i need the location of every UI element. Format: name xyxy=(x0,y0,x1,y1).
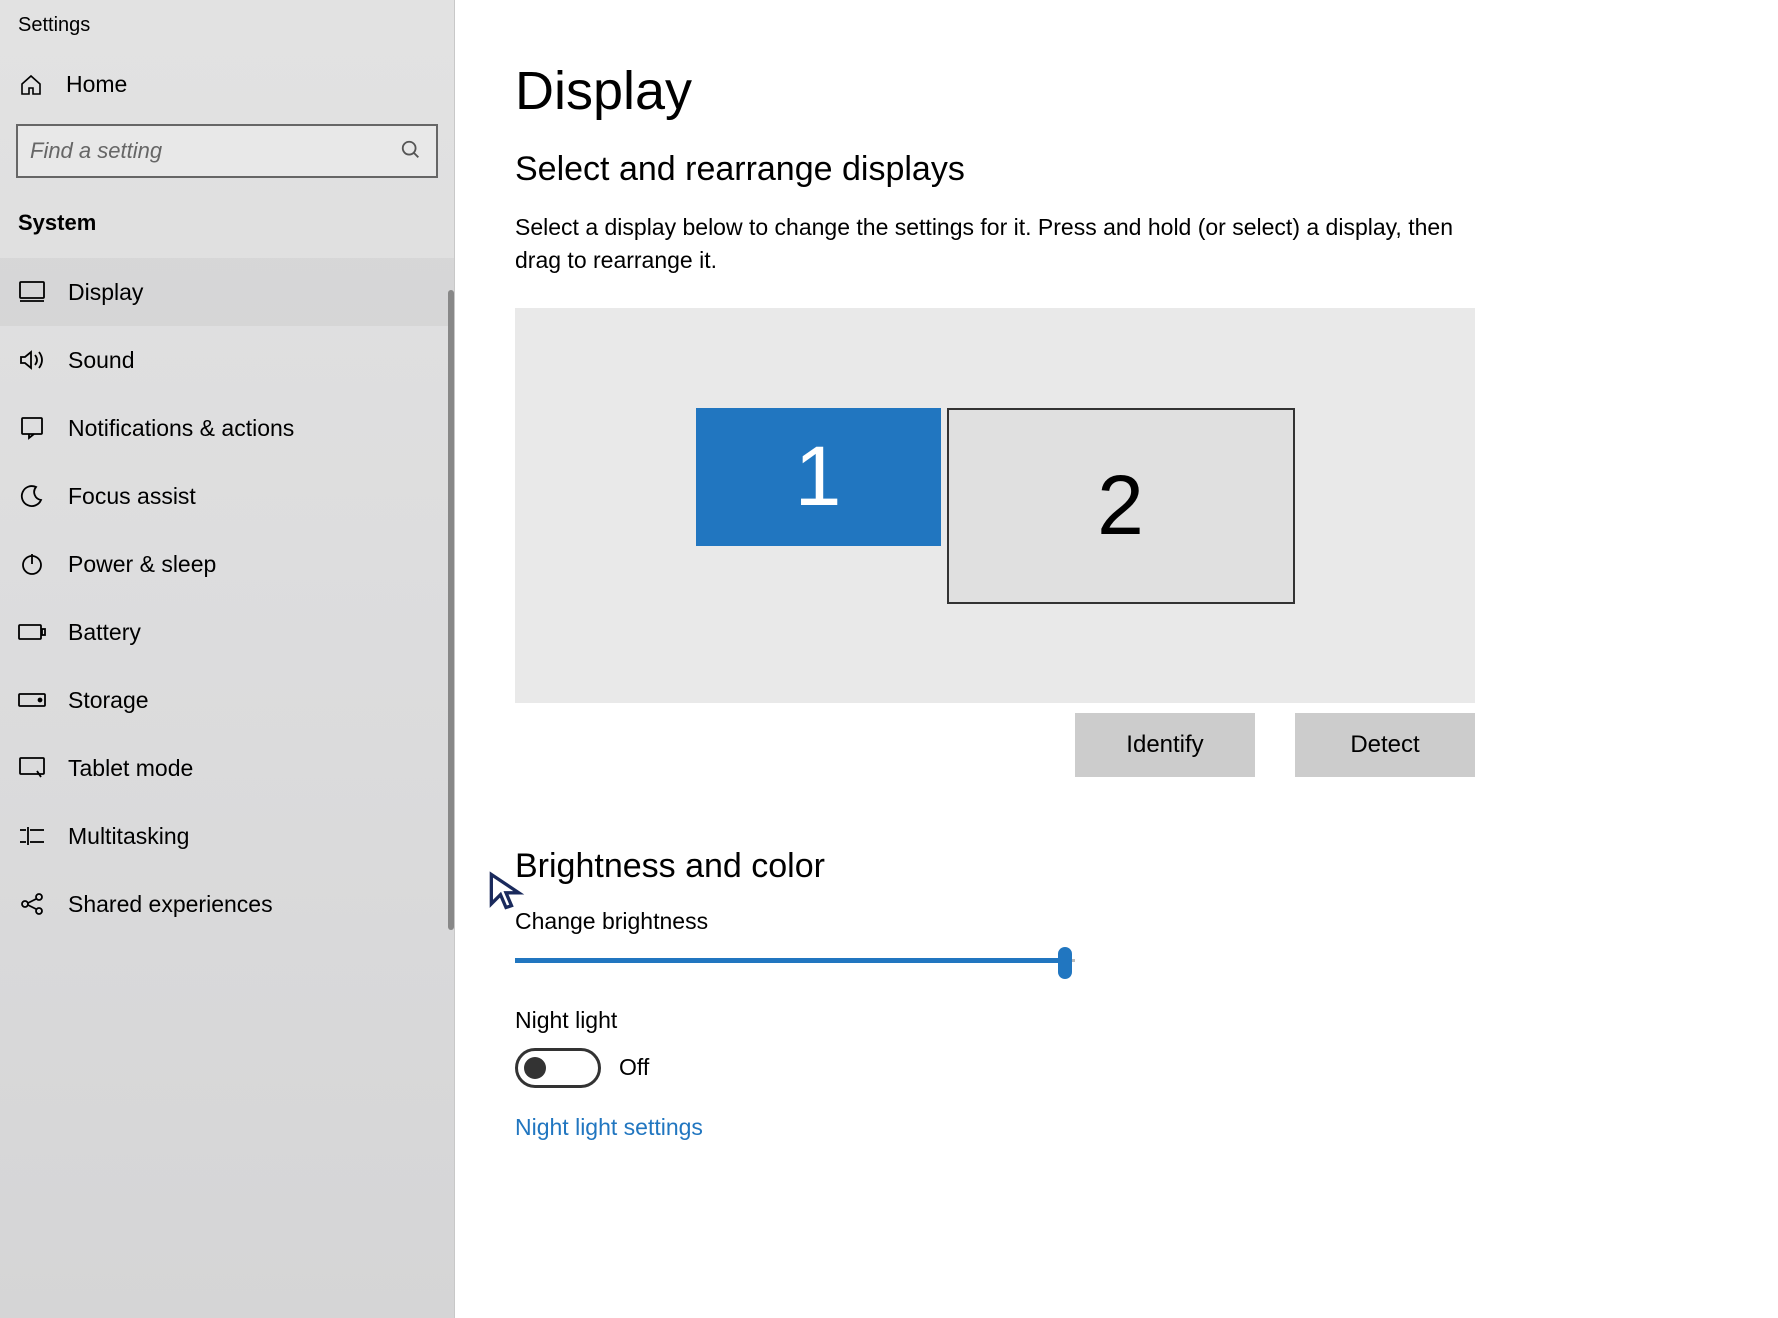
sidebar-item-storage[interactable]: Storage xyxy=(0,666,454,734)
page-title: Display xyxy=(515,60,1738,122)
arrange-heading: Select and rearrange displays xyxy=(515,150,1738,189)
multitask-icon xyxy=(18,822,46,850)
sidebar-item-sound[interactable]: Sound xyxy=(0,326,454,394)
sidebar-home[interactable]: Home xyxy=(0,57,454,112)
tablet-icon xyxy=(18,754,46,782)
search-icon xyxy=(400,139,424,163)
detect-button[interactable]: Detect xyxy=(1295,713,1475,777)
sidebar-item-label: Notifications & actions xyxy=(68,415,294,442)
search-input[interactable] xyxy=(30,138,400,164)
sidebar-item-shared[interactable]: Shared experiences xyxy=(0,870,454,938)
share-icon xyxy=(18,890,46,918)
night-light-toggle-row: Off xyxy=(515,1048,1738,1088)
sidebar-home-label: Home xyxy=(66,71,127,98)
power-icon xyxy=(18,550,46,578)
sidebar-item-power[interactable]: Power & sleep xyxy=(0,530,454,598)
brightness-slider[interactable] xyxy=(515,949,1075,973)
battery-icon xyxy=(18,618,46,646)
monitor-icon xyxy=(18,278,46,306)
sidebar-item-label: Display xyxy=(68,279,143,306)
sidebar-nav: Display Sound Notifications & actions xyxy=(0,258,454,938)
search-box[interactable] xyxy=(16,124,438,178)
sidebar-item-label: Multitasking xyxy=(68,823,189,850)
night-light-settings-link[interactable]: Night light settings xyxy=(515,1114,1738,1141)
sidebar-item-display[interactable]: Display xyxy=(0,258,454,326)
sidebar-item-tablet[interactable]: Tablet mode xyxy=(0,734,454,802)
notification-box-icon xyxy=(18,414,46,442)
sidebar-scrollbar[interactable] xyxy=(448,290,454,930)
main-content: Display Select and rearrange displays Se… xyxy=(455,0,1778,1318)
night-light-label: Night light xyxy=(515,1007,1738,1034)
speaker-icon xyxy=(18,346,46,374)
sidebar-item-multitasking[interactable]: Multitasking xyxy=(0,802,454,870)
sidebar-item-battery[interactable]: Battery xyxy=(0,598,454,666)
brightness-heading: Brightness and color xyxy=(515,847,1738,886)
sidebar-item-label: Shared experiences xyxy=(68,891,273,918)
sidebar-item-label: Battery xyxy=(68,619,141,646)
night-light-toggle[interactable] xyxy=(515,1048,601,1088)
drive-icon xyxy=(18,686,46,714)
sidebar-item-label: Power & sleep xyxy=(68,551,216,578)
slider-thumb[interactable] xyxy=(1058,947,1072,979)
sidebar-item-label: Storage xyxy=(68,687,149,714)
toggle-knob xyxy=(524,1057,546,1079)
app-title: Settings xyxy=(0,0,454,57)
moon-icon xyxy=(18,482,46,510)
sidebar-item-label: Sound xyxy=(68,347,135,374)
monitor-2[interactable]: 2 xyxy=(947,408,1295,604)
search-wrap xyxy=(0,112,454,196)
arrange-description: Select a display below to change the set… xyxy=(515,211,1475,278)
sidebar-item-focus-assist[interactable]: Focus assist xyxy=(0,462,454,530)
sidebar-section-header: System xyxy=(0,196,454,258)
display-arrange-area[interactable]: 1 2 xyxy=(515,308,1475,703)
sidebar-item-notifications[interactable]: Notifications & actions xyxy=(0,394,454,462)
monitor-1[interactable]: 1 xyxy=(696,408,941,546)
sidebar-item-label: Focus assist xyxy=(68,483,196,510)
home-icon xyxy=(18,72,44,98)
change-brightness-label: Change brightness xyxy=(515,908,1738,935)
slider-fill xyxy=(515,958,1064,963)
sidebar: Settings Home System Display xyxy=(0,0,455,1318)
night-light-state: Off xyxy=(619,1054,649,1081)
identify-button[interactable]: Identify xyxy=(1075,713,1255,777)
sidebar-item-label: Tablet mode xyxy=(68,755,193,782)
arrange-buttons: Identify Detect xyxy=(515,713,1475,777)
